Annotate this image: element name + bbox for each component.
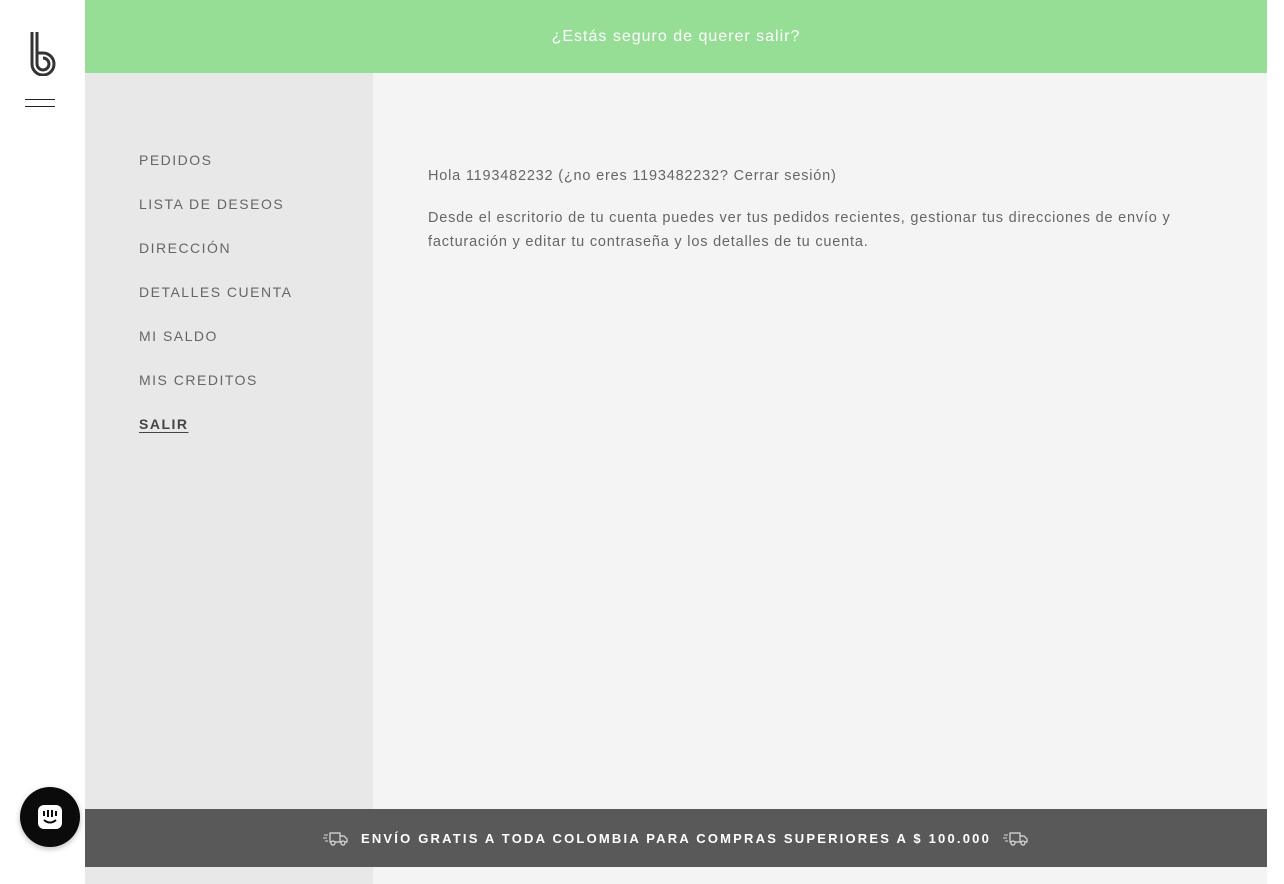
logout-confirm-banner: ¿Estás seguro de querer salir? bbox=[85, 0, 1267, 73]
nav-item-salir[interactable]: SALIR bbox=[139, 415, 292, 459]
greeting-question: ¿no eres 1193482232? bbox=[563, 168, 734, 184]
truck-icon bbox=[1003, 832, 1028, 846]
free-shipping-bar: ENVÍO GRATIS A TODA COLOMBIA PARA COMPRA… bbox=[85, 809, 1267, 867]
greeting-prefix: Hola 1193482232 ( bbox=[428, 168, 564, 184]
logout-link[interactable]: Cerrar sesión bbox=[734, 168, 831, 184]
nav-item-lista-deseos[interactable]: LISTA DE DESEOS bbox=[139, 195, 292, 239]
chat-launcher-button[interactable] bbox=[20, 787, 80, 847]
nav-item-direccion[interactable]: DIRECCIÓN bbox=[139, 239, 292, 283]
dashboard-description: Desde el escritorio de tu cuenta puedes … bbox=[428, 210, 1171, 250]
truck-icon bbox=[322, 832, 348, 846]
chat-icon bbox=[38, 805, 62, 829]
content-bottom-strip bbox=[373, 867, 1267, 884]
sidebar-bottom-strip bbox=[85, 867, 373, 884]
nav-item-mis-creditos[interactable]: MIS CREDITOS bbox=[139, 371, 292, 415]
right-edge bbox=[1267, 0, 1284, 884]
greeting-text: Hola 1193482232 (¿no eres 1193482232? Ce… bbox=[428, 168, 837, 184]
nav-item-detalles-cuenta[interactable]: DETALLES CUENTA bbox=[139, 283, 292, 327]
banner-message: ¿Estás seguro de querer salir? bbox=[551, 27, 801, 45]
greeting-suffix: ) bbox=[831, 168, 837, 184]
left-rail bbox=[0, 0, 85, 884]
nav-item-mi-saldo[interactable]: MI SALDO bbox=[139, 327, 292, 371]
free-shipping-text: ENVÍO GRATIS A TODA COLOMBIA PARA COMPRA… bbox=[360, 830, 992, 846]
account-side-nav: PEDIDOS LISTA DE DESEOS DIRECCIÓN DETALL… bbox=[85, 73, 373, 884]
hamburger-menu-icon[interactable] bbox=[25, 99, 55, 115]
nav-item-pedidos[interactable]: PEDIDOS bbox=[139, 151, 292, 195]
account-dashboard: Hola 1193482232 (¿no eres 1193482232? Ce… bbox=[373, 73, 1267, 809]
b-logo-icon[interactable] bbox=[26, 30, 58, 76]
